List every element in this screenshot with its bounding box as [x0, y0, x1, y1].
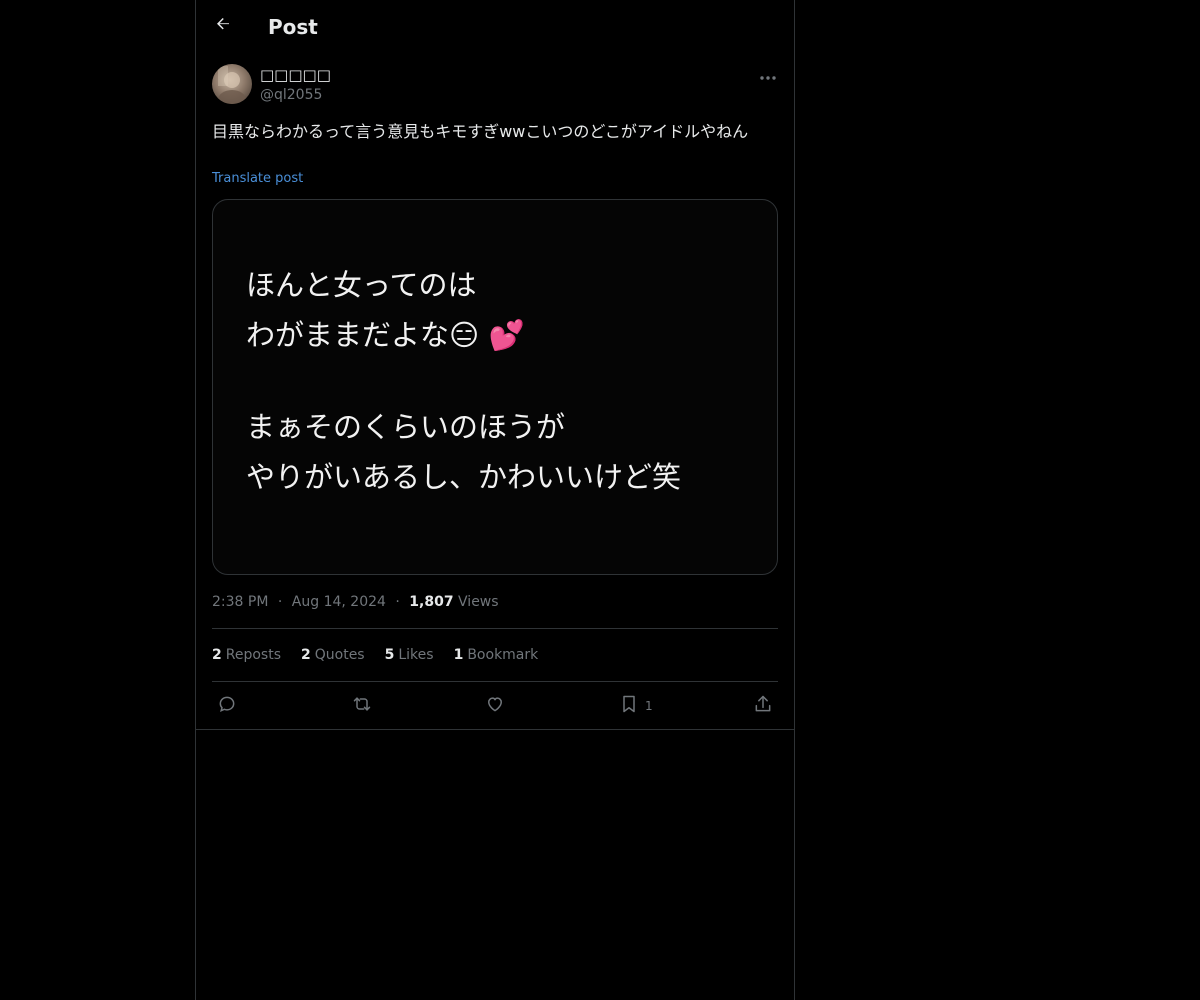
likes-count: 5 — [384, 647, 395, 663]
reposts-label: Reposts — [225, 647, 281, 663]
post-detail-column: Post □□□□□ @ql2055 目黒ならわかるって言う意見もキモすぎwwこ… — [195, 0, 795, 1000]
likes-label: Likes — [398, 647, 434, 663]
image-text-line: まぁそのくらいのほうが — [246, 410, 566, 444]
quotes-label: Quotes — [314, 647, 365, 663]
views-label: Views — [458, 594, 499, 610]
divider — [212, 628, 778, 629]
back-button[interactable] — [210, 13, 236, 39]
quotes-stat[interactable]: 2 Quotes — [301, 645, 365, 665]
post-metadata: 2:38 PM · Aug 14, 2024 · 1,807 Views — [212, 594, 499, 610]
author-display-name[interactable]: □□□□□ — [260, 66, 331, 84]
views-count: 1,807 — [409, 594, 454, 610]
likes-stat[interactable]: 5 Likes — [385, 645, 434, 665]
post-time[interactable]: 2:38 PM — [212, 594, 268, 610]
bookmark-button[interactable]: 1 — [619, 694, 653, 718]
engagement-stats: 2 Reposts 2 Quotes 5 Likes 1 Bookmark — [212, 645, 538, 665]
reposts-count: 2 — [212, 647, 222, 663]
repost-icon — [351, 694, 373, 718]
author-handle[interactable]: @ql2055 — [260, 86, 322, 104]
bookmark-icon — [619, 694, 639, 718]
bookmark-count: 1 — [645, 699, 653, 713]
action-bar: 1 — [196, 690, 794, 722]
top-bar: Post — [196, 0, 794, 54]
reply-button[interactable] — [217, 694, 237, 718]
avatar[interactable] — [212, 64, 252, 104]
share-icon — [753, 694, 773, 718]
quotes-count: 2 — [301, 647, 311, 663]
divider — [196, 729, 794, 730]
arrow-left-icon — [214, 15, 232, 37]
share-button[interactable] — [753, 694, 773, 718]
reposts-stat[interactable]: 2 Reposts — [212, 645, 281, 665]
image-text-line: やりがいあるし、かわいいけど笑 — [246, 460, 682, 494]
post-image[interactable]: ほんと女ってのは わがままだよな😑 💕 まぁそのくらいのほうが やりがいあるし、… — [212, 199, 778, 575]
image-text-line: わがままだよな😑 💕 — [246, 318, 525, 352]
reply-icon — [217, 694, 237, 718]
translate-post-link[interactable]: Translate post — [212, 170, 303, 188]
bookmarks-stat[interactable]: 1 Bookmark — [454, 645, 539, 665]
post-text: 目黒ならわかるって言う意見もキモすぎwwこいつのどこがアイドルやねん — [212, 122, 749, 141]
bookmarks-label: Bookmark — [467, 647, 539, 663]
divider — [212, 681, 778, 682]
more-horizontal-icon — [760, 66, 776, 85]
page-title: Post — [268, 15, 318, 39]
heart-icon — [485, 694, 505, 718]
image-text-line: ほんと女ってのは — [246, 268, 477, 302]
post-date[interactable]: Aug 14, 2024 — [292, 594, 386, 610]
more-options-button[interactable] — [756, 66, 780, 84]
bookmarks-count: 1 — [453, 647, 464, 663]
like-button[interactable] — [485, 694, 505, 718]
repost-button[interactable] — [351, 694, 373, 718]
